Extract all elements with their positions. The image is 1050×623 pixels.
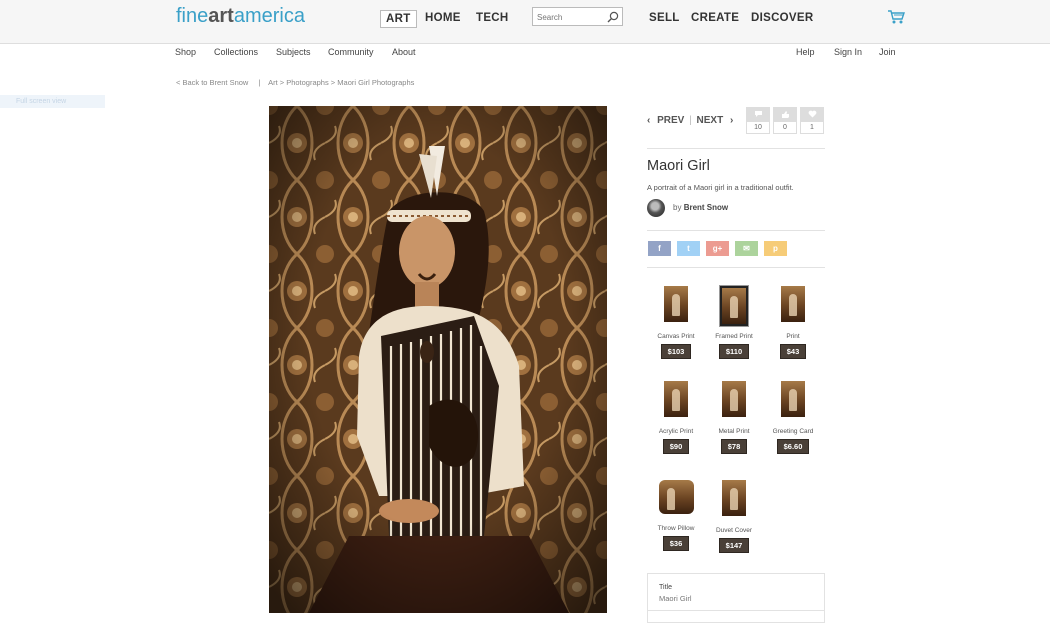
- chevron-left-icon[interactable]: ‹: [647, 115, 650, 126]
- product-thumbnail: [658, 480, 694, 514]
- product-label: Metal Print: [718, 428, 750, 435]
- nav-collections[interactable]: Collections: [214, 47, 258, 57]
- full-screen-view-tab[interactable]: Full screen view: [0, 95, 105, 108]
- nav-shop[interactable]: Shop: [175, 47, 196, 57]
- by-label: by: [673, 203, 682, 212]
- artist-link[interactable]: Brent Snow: [684, 203, 728, 212]
- shopping-cart-icon[interactable]: [887, 9, 905, 25]
- product-label: Throw Pillow: [657, 525, 695, 532]
- breadcrumb-path[interactable]: Art > Photographs > Maori Girl Photograp…: [268, 78, 414, 87]
- like-count: 0: [773, 121, 797, 134]
- divider: [647, 148, 825, 149]
- social-counts: 10 0 1: [746, 107, 824, 135]
- product-print[interactable]: Print $43: [763, 286, 823, 359]
- artwork-title: Maori Girl: [647, 158, 710, 174]
- product-price[interactable]: $6.60: [776, 439, 810, 454]
- google-plus-share-icon[interactable]: g+: [706, 241, 729, 256]
- site-logo[interactable]: fineartamerica: [176, 5, 305, 28]
- comment-count: 10: [746, 121, 770, 134]
- breadcrumb-separator: |: [258, 78, 261, 87]
- category-tab-tech[interactable]: TECH: [476, 10, 509, 28]
- product-thumbnail: [664, 286, 688, 322]
- artwork-details-box: Title Maori Girl: [647, 573, 825, 623]
- nav-join[interactable]: Join: [879, 47, 896, 57]
- email-share-icon[interactable]: ✉: [735, 241, 758, 256]
- comment-count-button[interactable]: 10: [746, 107, 770, 135]
- artwork-illustration: [269, 106, 607, 613]
- chevron-right-icon[interactable]: ›: [730, 115, 733, 126]
- product-price[interactable]: $110: [718, 344, 750, 359]
- details-heading: Title: [659, 584, 672, 591]
- details-value: Maori Girl: [659, 594, 692, 603]
- product-thumbnail: [722, 381, 746, 417]
- nav-help[interactable]: Help: [796, 47, 815, 57]
- comment-icon: [754, 111, 762, 117]
- artwork-image[interactable]: [269, 106, 607, 613]
- sell-link[interactable]: SELL: [649, 10, 680, 28]
- artist-avatar[interactable]: [647, 199, 665, 217]
- product-greeting-card[interactable]: Greeting Card $6.60: [763, 381, 823, 454]
- nav-sign-in[interactable]: Sign In: [834, 47, 862, 57]
- pinterest-share-icon[interactable]: p: [764, 241, 787, 256]
- product-throw-pillow[interactable]: Throw Pillow $36: [646, 480, 706, 551]
- facebook-share-icon[interactable]: f: [648, 241, 671, 256]
- heart-icon: [808, 110, 816, 118]
- product-label: Duvet Cover: [715, 527, 753, 534]
- product-duvet-cover[interactable]: Duvet Cover $147: [704, 480, 764, 553]
- product-price[interactable]: $90: [662, 439, 690, 454]
- next-link[interactable]: NEXT: [697, 115, 724, 126]
- divider: [647, 267, 825, 268]
- search-input[interactable]: [537, 10, 605, 24]
- product-label: Acrylic Print: [658, 428, 694, 435]
- thumbs-up-icon: [781, 111, 789, 118]
- logo-text-fine: fine: [176, 5, 209, 27]
- nav-community[interactable]: Community: [328, 47, 374, 57]
- product-price[interactable]: $78: [720, 439, 748, 454]
- favorite-count: 1: [800, 121, 824, 134]
- product-price[interactable]: $43: [779, 344, 807, 359]
- divider: [648, 610, 824, 611]
- breadcrumb: < Back to Brent Snow | Art > Photographs…: [176, 78, 416, 87]
- logo-text-america: america: [233, 5, 305, 27]
- product-framed-print[interactable]: Framed Print $110: [704, 285, 764, 359]
- top-header: fineartamerica ART HOME TECH SELL CREATE…: [0, 0, 1050, 44]
- prev-link[interactable]: PREV: [657, 115, 684, 126]
- prev-next-separator: |: [689, 115, 692, 126]
- product-label: Print: [786, 333, 800, 340]
- product-thumbnail: [664, 381, 688, 417]
- product-canvas-print[interactable]: Canvas Print $103: [646, 286, 706, 359]
- nav-subjects[interactable]: Subjects: [276, 47, 311, 57]
- product-label: Canvas Print: [657, 333, 695, 340]
- product-label: Greeting Card: [772, 428, 814, 435]
- create-link[interactable]: CREATE: [691, 10, 739, 28]
- product-acrylic-print[interactable]: Acrylic Print $90: [646, 381, 706, 454]
- product-price[interactable]: $36: [662, 536, 690, 551]
- artwork-description: A portrait of a Maori girl in a traditio…: [647, 183, 794, 192]
- artist-byline: by Brent Snow: [673, 203, 728, 212]
- product-thumbnail: [781, 286, 805, 322]
- search-box: [532, 7, 623, 26]
- twitter-share-icon[interactable]: t: [677, 241, 700, 256]
- favorite-count-button[interactable]: 1: [800, 107, 824, 135]
- discover-link[interactable]: DISCOVER: [751, 10, 813, 28]
- back-to-artist-link[interactable]: < Back to Brent Snow: [176, 78, 248, 87]
- product-thumbnail: [781, 381, 805, 417]
- category-tab-home[interactable]: HOME: [425, 10, 461, 28]
- logo-text-art: art: [208, 5, 234, 27]
- search-icon[interactable]: [607, 11, 619, 23]
- product-thumbnail: [722, 480, 746, 516]
- prev-next-nav: ‹ PREV | NEXT ›: [647, 115, 733, 126]
- product-thumbnail: [719, 285, 749, 327]
- product-metal-print[interactable]: Metal Print $78: [704, 381, 764, 454]
- product-price[interactable]: $147: [718, 538, 750, 553]
- product-label: Framed Print: [715, 333, 753, 340]
- divider: [647, 230, 825, 231]
- category-tab-art[interactable]: ART: [380, 10, 417, 28]
- nav-about[interactable]: About: [392, 47, 416, 57]
- product-price[interactable]: $103: [660, 344, 692, 359]
- like-count-button[interactable]: 0: [773, 107, 797, 135]
